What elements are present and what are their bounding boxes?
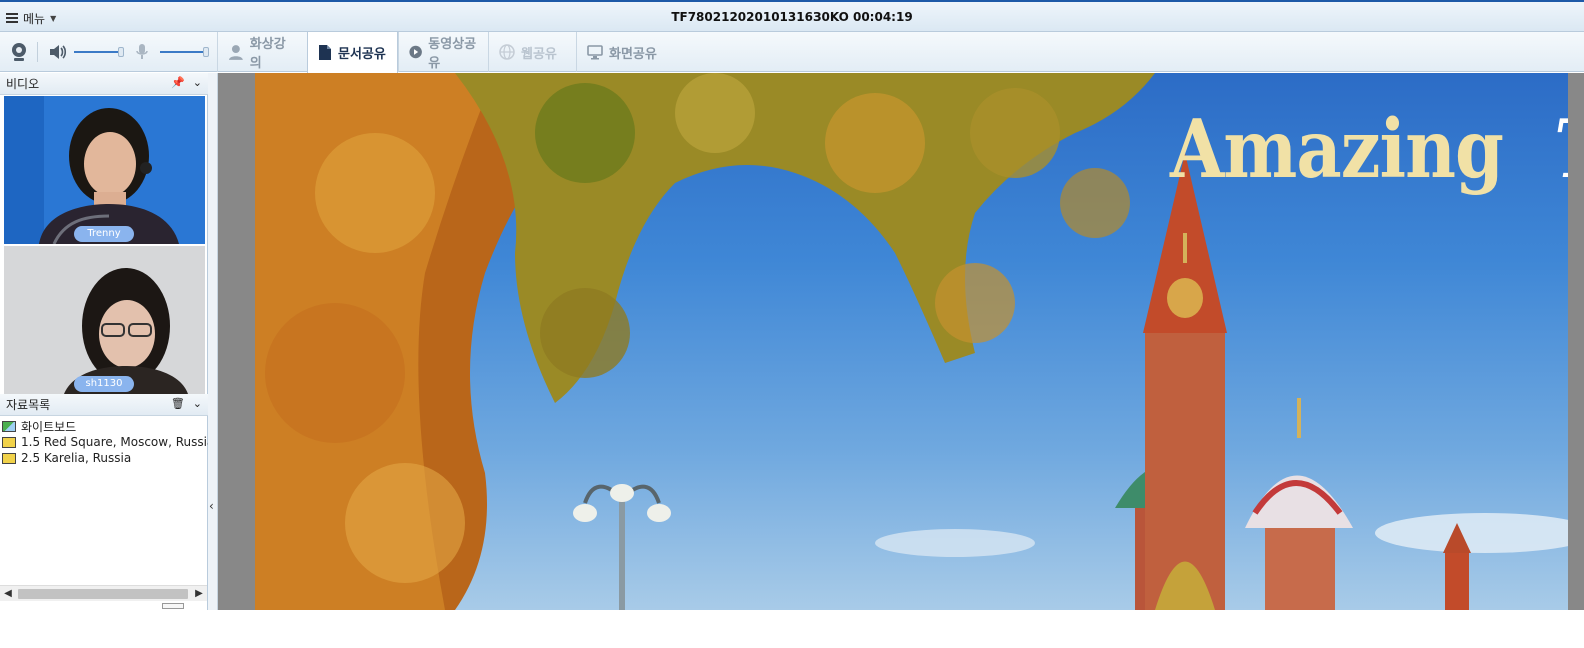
scrollbar-thumb[interactable] [18,589,188,599]
tab-label: 문서공유 [338,47,386,62]
tab-label: 동영상공유 [428,37,477,71]
list-item-file[interactable]: 1.5 Red Square, Moscow, Russia [2,434,214,450]
materials-panel-title: 자료목록 [6,398,51,412]
toolbar: 화상강의 문서공유 동영상공유 웹공유 화면공유 [0,32,1584,73]
video-panel-title: 비디오 [6,77,40,91]
video-panel-header: 비디오 📌 ⌄ [0,73,208,95]
tab-document-share[interactable]: 문서공유 [307,32,398,73]
mic-volume-knob[interactable] [203,47,209,57]
globe-icon [499,44,515,60]
list-item-whiteboard[interactable]: 화이트보드 [2,418,76,434]
chevron-down-icon[interactable]: ⌄ [193,76,202,89]
slide-file-icon [2,436,16,448]
chevron-down-icon[interactable]: ⌄ [193,397,202,410]
tab-label: 웹공유 [521,46,557,62]
session-title: TF780212020101316З0KO 00:04:19 [671,10,913,24]
tab-video-share[interactable]: 동영상공유 [398,32,488,72]
microphone-icon [136,44,148,59]
left-panel: 비디오 📌 ⌄ Trenny sh1130 자료목록 🗑 ⌄ 화이트보드 1.5… [0,73,214,648]
speaker-button[interactable] [49,32,67,72]
video-tile-student[interactable]: sh1130 [4,246,205,394]
speaker-volume-slider[interactable] [74,51,122,53]
toolbar-divider [37,42,38,62]
monitor-icon [587,44,603,59]
microphone-button[interactable] [136,32,148,72]
tab-screen-share[interactable]: 화면공유 [576,32,668,72]
trash-icon[interactable]: 🗑 [171,397,185,410]
mic-volume-slider[interactable] [160,51,206,53]
scroll-right-icon[interactable]: ▶ [191,586,207,602]
tab-label: 화상강의 [249,37,286,71]
document-stage: Amazing T [218,73,1584,610]
list-item-file[interactable]: 2.5 Karelia, Russia [2,450,131,466]
title-bar: 메뉴 ▼ TF780212020101316З0KO 00:04:19 [0,0,1584,32]
webcam-icon [12,43,26,61]
participant-video [4,246,205,394]
participant-video [4,96,205,244]
participant-name: Trenny [74,226,134,242]
resize-grip[interactable] [162,603,184,609]
chevron-left-icon: ‹ [209,499,214,513]
bottom-area [0,610,1584,648]
horizontal-scrollbar[interactable]: ◀ ▶ [0,585,207,601]
play-icon [409,45,422,59]
list-item-label: 화이트보드 [21,419,77,434]
pin-icon[interactable]: 📌 [171,76,185,89]
list-item-label: 1.5 Red Square, Moscow, Russia [21,435,215,449]
scroll-left-icon[interactable]: ◀ [0,586,16,602]
slide-title: Amazing T [1170,101,1568,196]
participant-name: sh1130 [74,376,134,392]
person-icon [228,45,243,60]
speaker-icon [50,45,67,59]
panel-collapse-handle[interactable]: ‹ [208,73,218,610]
webcam-button[interactable] [10,32,28,72]
whiteboard-icon [2,420,16,432]
slide-title-partial: T [1554,102,1568,196]
document-icon [319,45,331,60]
list-item-label: 2.5 Karelia, Russia [21,451,132,465]
tab-web-share[interactable]: 웹공유 [488,32,576,72]
tab-label: 화면공유 [609,46,657,62]
slide-title-word: Amazing [1170,101,1504,197]
video-tile-teacher[interactable]: Trenny [4,96,205,244]
slide-file-icon [2,452,16,464]
slide-image[interactable]: Amazing T [255,73,1568,610]
materials-panel-header: 자료목록 🗑 ⌄ [0,394,208,416]
tab-video-lecture[interactable]: 화상강의 [217,32,307,72]
speaker-volume-knob[interactable] [118,47,124,57]
